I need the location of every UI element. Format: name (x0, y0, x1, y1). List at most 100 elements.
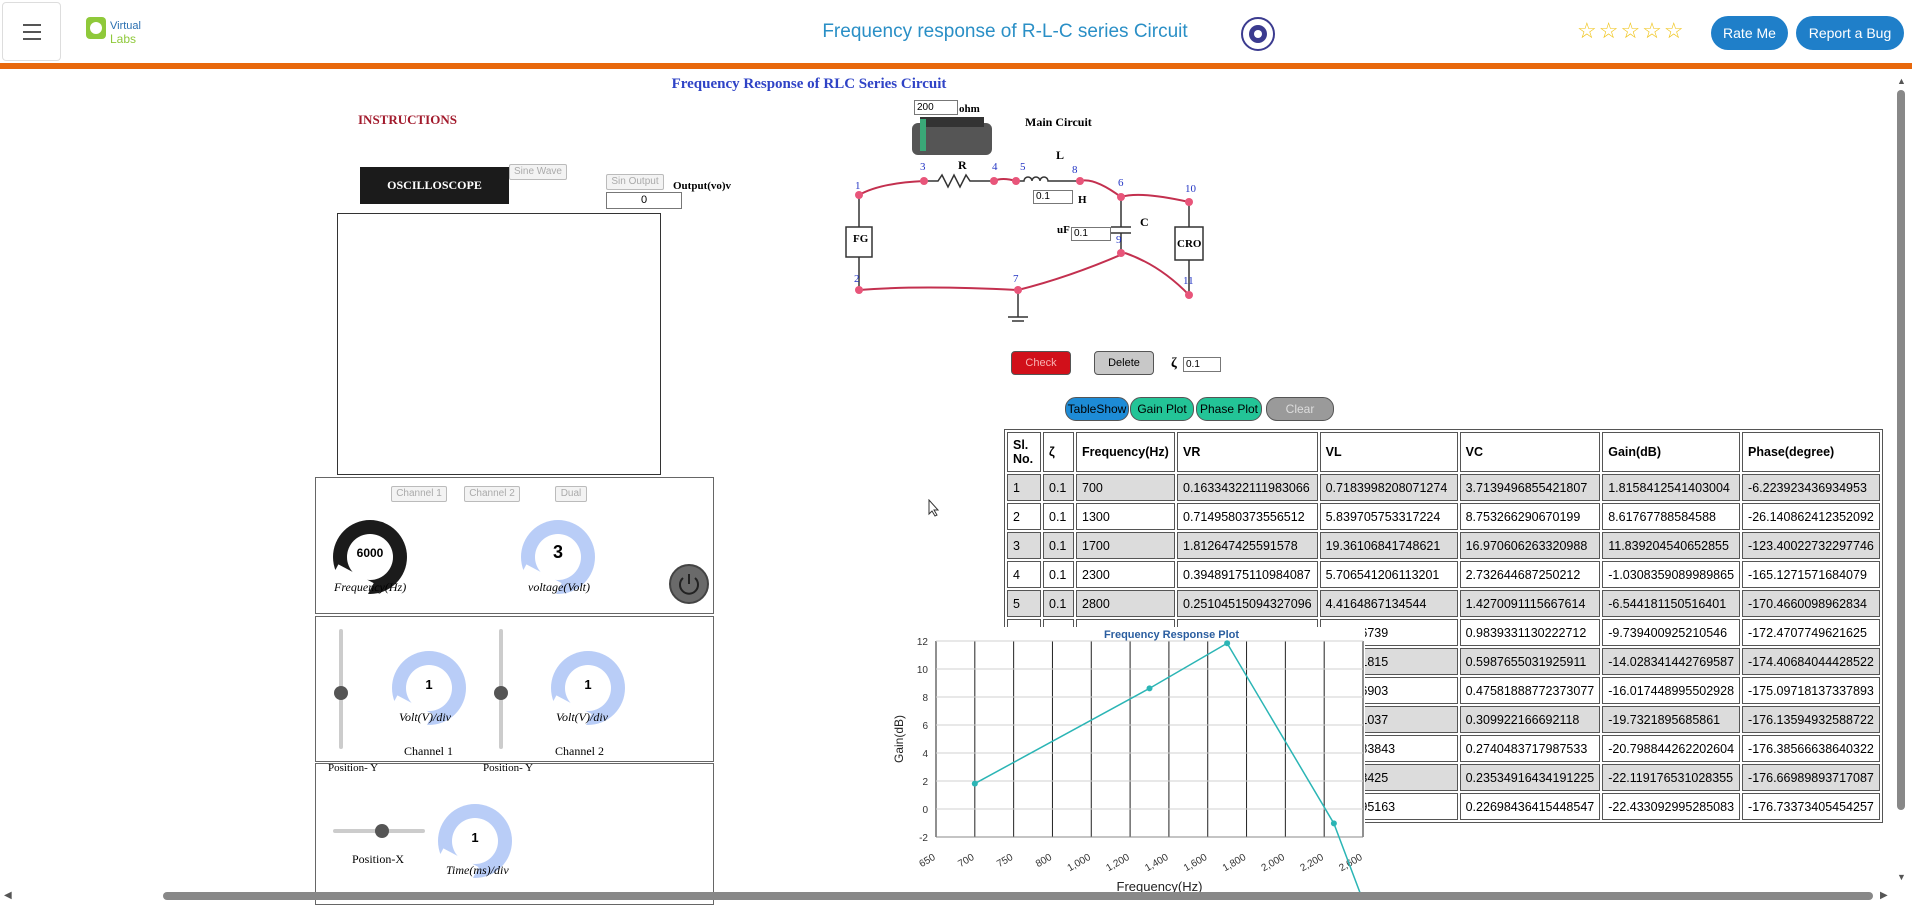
resistor-icon (924, 173, 994, 189)
oscilloscope-screen (337, 213, 661, 475)
scroll-right-icon[interactable]: ▶ (1880, 890, 1888, 901)
table-cell: 0.7149580373556512 (1177, 503, 1318, 530)
table-cell: 700 (1076, 474, 1175, 501)
table-cell: -22.433092995285083 (1602, 793, 1741, 820)
table-cell: -22.119176531028355 (1602, 764, 1741, 791)
chart-y-tick-label: -2 (919, 833, 928, 844)
table-cell: 0.47581888772373077 (1459, 677, 1601, 704)
node-label[interactable]: 5 (1020, 161, 1026, 173)
table-cell: 0.7183998208071274 (1319, 474, 1458, 501)
power-button-icon[interactable] (669, 564, 709, 604)
channel2-button[interactable]: Channel 2 (464, 486, 520, 502)
ch2-slider-thumb[interactable] (494, 686, 508, 700)
node-label[interactable]: 6 (1118, 177, 1124, 189)
table-cell: -176.38566638640322 (1742, 735, 1880, 762)
table-row: 5 0.1 2800 0.25104515094327096 4.41648671345… (1007, 590, 1880, 617)
rate-me-button[interactable]: Rate Me (1711, 16, 1788, 50)
delete-button[interactable]: Delete (1094, 351, 1154, 375)
node-label[interactable]: 10 (1185, 183, 1196, 195)
rating-stars-icon[interactable]: ☆☆☆☆☆ (1577, 18, 1686, 44)
chart-svg: -2 0 2 4 6 8 10 12 650 700 750 800 1,000 1,200 1,400 1,… (892, 629, 1366, 904)
node-label[interactable]: 3 (920, 161, 926, 173)
check-button[interactable]: Check (1011, 351, 1071, 375)
vertical-scrollbar[interactable] (1897, 90, 1905, 810)
table-cell: 2.732644687250212 (1459, 561, 1601, 588)
output-value-field[interactable]: 0 (606, 192, 682, 209)
position-x-thumb[interactable] (375, 824, 389, 838)
chart-y-tick-label: 2 (922, 777, 928, 788)
chart-x-axis-label: Frequency(Hz) (1117, 879, 1203, 893)
horizontal-scrollbar[interactable] (163, 892, 1873, 900)
table-cell: -172.4707749621625 (1742, 619, 1880, 646)
table-row: 3 0.1 1700 1.812647425591578 19.361068417486… (1007, 532, 1880, 559)
node-label[interactable]: 1 (855, 180, 861, 192)
chart-x-tick-label: 2,200 (1299, 852, 1327, 874)
table-header-row: Sl. No. ζ Frequency(Hz) VR VL VC Gain(dB… (1007, 432, 1880, 472)
hamburger-menu-icon[interactable] (2, 2, 61, 61)
table-cell: 0.22698436415448547 (1459, 793, 1601, 820)
col-sl-no: Sl. No. (1007, 432, 1041, 472)
r-label: R (958, 158, 967, 172)
table-cell: 0.5987655031925911 (1459, 648, 1601, 675)
clear-button[interactable]: Clear (1266, 397, 1334, 421)
scroll-left-icon[interactable]: ◀ (4, 890, 12, 901)
scroll-down-icon[interactable]: ▼ (1897, 872, 1906, 882)
tableshow-button[interactable]: TableShow (1065, 397, 1129, 421)
col-vc: VC (1459, 432, 1601, 472)
report-bug-button[interactable]: Report a Bug (1796, 16, 1904, 50)
chart-x-tick-label: 1,800 (1221, 852, 1249, 874)
table-row: 2 0.1 1300 0.7149580373556512 5.839705753317… (1007, 503, 1880, 530)
capacitance-input[interactable]: 0.1 (1071, 227, 1111, 241)
institute-emblem-icon (1240, 16, 1276, 52)
main-circuit-title: Main Circuit (1025, 115, 1092, 129)
scroll-up-icon[interactable]: ▲ (1897, 76, 1906, 86)
frequency-value: 6000 (356, 546, 384, 560)
ch1-volt-value: 1 (425, 677, 433, 692)
table-cell: 1.812647425591578 (1177, 532, 1318, 559)
table-cell: -14.028341442769587 (1602, 648, 1741, 675)
phase-plot-button[interactable]: Phase Plot (1196, 397, 1262, 421)
node-label[interactable]: 11 (1183, 275, 1194, 287)
table-cell: -170.4660098962834 (1742, 590, 1880, 617)
node-label[interactable]: 7 (1013, 273, 1019, 285)
voltage-value: 3 (552, 542, 563, 562)
sine-wave-button[interactable]: Sine Wave (509, 164, 567, 180)
chart-x-tick-label: 1,400 (1143, 852, 1171, 874)
table-cell: -174.40684044428522 (1742, 648, 1880, 675)
ch2-volt-value: 1 (584, 677, 592, 692)
chart-x-tick-label: 1,000 (1066, 852, 1094, 874)
table-row: 1 0.1 700 0.16334322111983066 0.718399820807… (1007, 474, 1880, 501)
virtual-labs-logo[interactable]: Virtual Labs (84, 13, 154, 49)
ch2-volt-label: Volt(V)/div (556, 710, 608, 724)
table-cell: -176.13594932588722 (1742, 706, 1880, 733)
sin-output-button[interactable]: Sin Output (606, 174, 664, 190)
chart-y-tick-label: 10 (917, 665, 929, 676)
output-label: Output(vo)v (673, 180, 732, 192)
table-cell: 1300 (1076, 503, 1175, 530)
gain-plot-button[interactable]: Gain Plot (1130, 397, 1194, 421)
node-label[interactable]: 4 (992, 161, 998, 173)
table-cell: 0.25104515094327096 (1177, 590, 1318, 617)
ch2-position-y-label: Position- Y (483, 762, 534, 774)
instructions-link[interactable]: INSTRUCTIONS (358, 112, 457, 128)
node-label[interactable]: 2 (854, 273, 860, 285)
zeta-input[interactable]: 0.1 (1183, 357, 1221, 372)
chart-data-point (1224, 640, 1231, 647)
dual-button[interactable]: Dual (555, 486, 587, 502)
table-cell: 2300 (1076, 561, 1175, 588)
inductance-input[interactable]: 0.1 (1033, 190, 1073, 204)
svg-text:Virtual: Virtual (110, 20, 141, 32)
oscilloscope-button[interactable]: OSCILLOSCOPE (360, 167, 509, 204)
table-cell: 1.8158412541403004 (1602, 474, 1741, 501)
table-cell: -20.798844262202604 (1602, 735, 1741, 762)
resistance-input[interactable]: 200 (914, 100, 958, 115)
zeta-symbol: ζ (1171, 356, 1177, 371)
table-cell: 0.23534916434191225 (1459, 764, 1601, 791)
node-label[interactable]: 9 (1116, 234, 1122, 246)
table-cell: 19.36106841748621 (1319, 532, 1458, 559)
ch2-name: Channel 2 (555, 744, 604, 758)
node-label[interactable]: 8 (1072, 164, 1078, 176)
ch1-slider-thumb[interactable] (334, 686, 348, 700)
channel1-button[interactable]: Channel 1 (391, 486, 447, 502)
table-cell: 8.753266290670199 (1459, 503, 1601, 530)
